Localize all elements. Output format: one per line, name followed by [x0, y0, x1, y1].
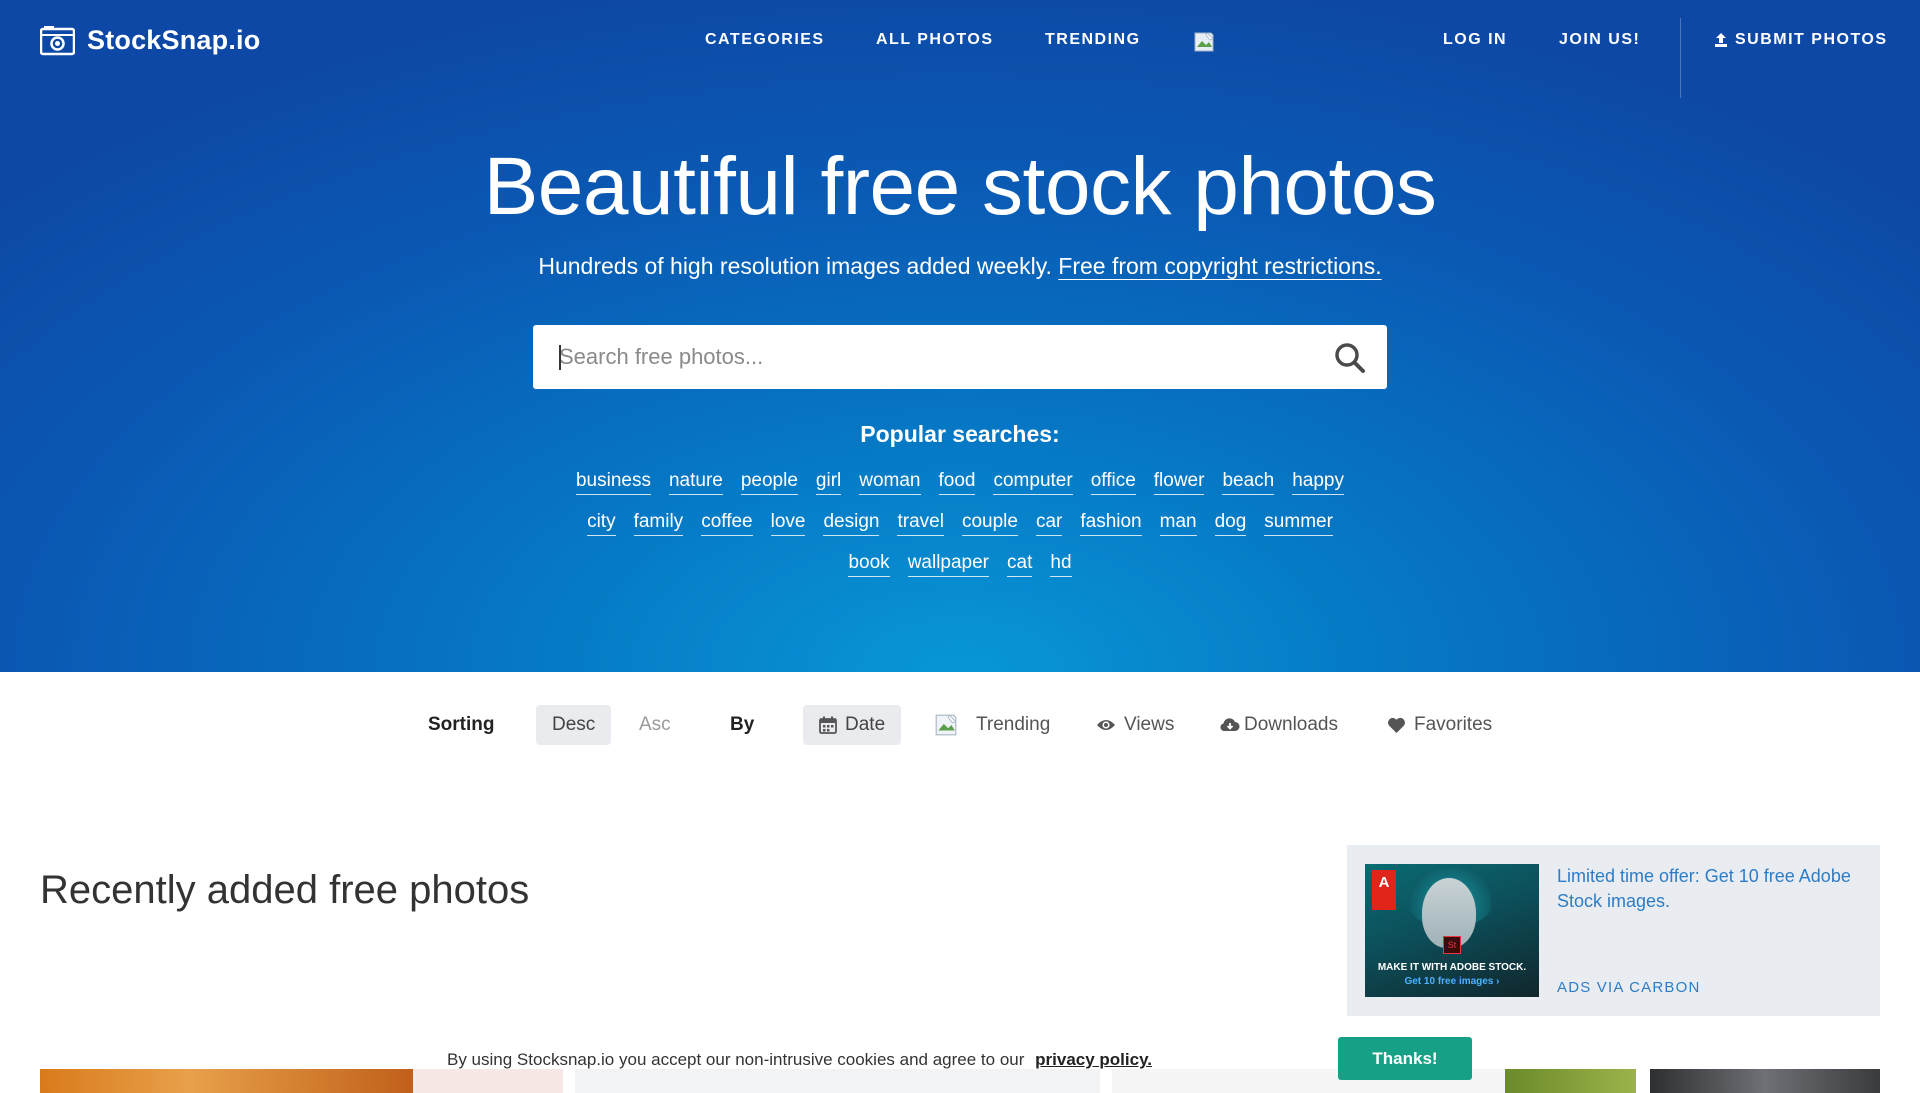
- sort-by-views-button[interactable]: Views: [1096, 705, 1174, 745]
- search-input[interactable]: [559, 325, 1319, 389]
- popular-tags-row-1: business nature people girl woman food compute…: [0, 470, 1920, 495]
- popular-search-tag[interactable]: family: [633, 511, 684, 536]
- popular-search-tag[interactable]: business: [575, 470, 651, 495]
- popular-search-tag[interactable]: man: [1159, 511, 1197, 536]
- popular-search-tag[interactable]: office: [1090, 470, 1136, 495]
- nav-categories[interactable]: CATEGORIES: [705, 31, 825, 49]
- ads-via-carbon-link[interactable]: ADS VIA CARBON: [1557, 979, 1701, 996]
- popular-tags-row-3: book wallpaper cat hd: [0, 552, 1920, 577]
- sort-date-label: Date: [845, 714, 886, 735]
- popular-search-tag[interactable]: cat: [1007, 552, 1033, 577]
- popular-search-tag[interactable]: girl: [815, 470, 842, 495]
- ad-text-link[interactable]: Limited time offer: Get 10 free Adobe St…: [1557, 864, 1857, 914]
- broken-image-icon: [935, 714, 957, 736]
- cloud-download-icon: [1220, 718, 1240, 732]
- popular-search-tag[interactable]: design: [823, 511, 880, 536]
- sort-downloads-label: Downloads: [1244, 714, 1338, 735]
- calendar-icon: [819, 716, 837, 734]
- sort-desc-button[interactable]: Desc: [536, 705, 612, 745]
- copyright-link[interactable]: Free from copyright restrictions.: [1058, 253, 1381, 279]
- popular-search-tag[interactable]: hd: [1050, 552, 1072, 577]
- popular-search-tag[interactable]: dog: [1214, 511, 1247, 536]
- sort-by-favorites-button[interactable]: Favorites: [1387, 705, 1492, 745]
- popular-search-tag[interactable]: flower: [1153, 470, 1205, 495]
- cookie-accept-button[interactable]: Thanks!: [1338, 1037, 1472, 1080]
- sort-asc-button[interactable]: Asc: [639, 705, 671, 745]
- sort-favorites-label: Favorites: [1414, 714, 1493, 735]
- popular-search-tag[interactable]: nature: [668, 470, 723, 495]
- popular-search-tag[interactable]: car: [1035, 511, 1063, 536]
- sorting-bar: Sorting Desc Asc By Date Trending Views: [0, 705, 1920, 745]
- hero-section: StockSnap.io CATEGORIES ALL PHOTOS TREND…: [0, 0, 1920, 672]
- popular-search-tag[interactable]: couple: [961, 511, 1018, 536]
- sort-trending-label: Trending: [976, 714, 1051, 735]
- ad-image-tagline: MAKE IT WITH ADOBE STOCK.: [1377, 962, 1527, 973]
- popular-search-tag[interactable]: love: [770, 511, 806, 536]
- cookie-message: By using Stocksnap.io you accept our non…: [447, 1050, 1025, 1069]
- hero-subtitle-text: Hundreds of high resolution images added…: [538, 253, 1052, 279]
- popular-search-tag[interactable]: travel: [897, 511, 944, 536]
- login-link[interactable]: LOG IN: [1443, 31, 1507, 49]
- submit-photos-label: SUBMIT PHOTOS: [1735, 31, 1888, 48]
- join-link[interactable]: JOIN US!: [1559, 31, 1640, 49]
- popular-search-tag[interactable]: fashion: [1080, 511, 1142, 536]
- sorting-label: Sorting: [428, 714, 495, 735]
- sort-views-label: Views: [1124, 714, 1175, 735]
- privacy-policy-link[interactable]: privacy policy.: [1035, 1050, 1152, 1069]
- submit-photos-link[interactable]: SUBMIT PHOTOS: [1713, 31, 1888, 49]
- sort-by-date-button[interactable]: Date: [803, 705, 902, 745]
- popular-search-tag[interactable]: woman: [859, 470, 921, 495]
- adobe-logo-icon: A: [1372, 870, 1396, 910]
- recently-added-title: Recently added free photos: [40, 868, 530, 912]
- popular-search-tag[interactable]: wallpaper: [907, 552, 990, 577]
- search-box: [533, 325, 1387, 389]
- adobe-stock-badge: St: [1443, 936, 1461, 954]
- sort-by-trending-button[interactable]: Trending: [934, 705, 1050, 745]
- cookie-text: By using Stocksnap.io you accept our non…: [447, 1050, 1152, 1070]
- top-navbar: StockSnap.io CATEGORIES ALL PHOTOS TREND…: [0, 0, 1920, 98]
- hero-subtitle: Hundreds of high resolution images added…: [0, 253, 1920, 280]
- popular-search-tag[interactable]: people: [740, 470, 798, 495]
- popular-search-tag[interactable]: computer: [993, 470, 1073, 495]
- broken-image-icon[interactable]: [1193, 31, 1215, 53]
- ad-image-cta: Get 10 free images ›: [1404, 976, 1500, 987]
- popular-search-tag[interactable]: beach: [1222, 470, 1275, 495]
- nav-all-photos[interactable]: ALL PHOTOS: [876, 31, 994, 49]
- sort-by-label: By: [730, 714, 755, 735]
- popular-searches-title: Popular searches:: [860, 421, 1060, 447]
- heart-icon: [1388, 717, 1405, 733]
- nav-divider: [1680, 18, 1681, 98]
- popular-search-tag[interactable]: food: [938, 470, 976, 495]
- popular-search-tag[interactable]: book: [848, 552, 890, 577]
- carbon-ad: A St MAKE IT WITH ADOBE STOCK. Get 10 fr…: [1347, 845, 1880, 1016]
- popular-search-tag[interactable]: summer: [1264, 511, 1333, 536]
- popular-search-tag[interactable]: happy: [1292, 470, 1345, 495]
- popular-search-tag[interactable]: city: [587, 511, 616, 536]
- hero-title: Beautiful free stock photos: [483, 141, 1437, 232]
- search-icon[interactable]: [1333, 341, 1367, 375]
- upload-icon: [1715, 33, 1727, 47]
- popular-search-tag[interactable]: coffee: [701, 511, 753, 536]
- cookie-banner: By using Stocksnap.io you accept our non…: [0, 1035, 1920, 1083]
- sort-by-downloads-button[interactable]: Downloads: [1220, 705, 1338, 745]
- text-caret: [559, 345, 561, 370]
- nav-trending[interactable]: TRENDING: [1045, 31, 1141, 49]
- main-nav: CATEGORIES ALL PHOTOS TRENDING LOG IN JO…: [0, 31, 1920, 55]
- popular-tags-row-2: city family coffee love design travel couple ca…: [0, 511, 1920, 536]
- ad-image[interactable]: A St MAKE IT WITH ADOBE STOCK. Get 10 fr…: [1365, 864, 1539, 997]
- eye-icon: [1097, 720, 1115, 730]
